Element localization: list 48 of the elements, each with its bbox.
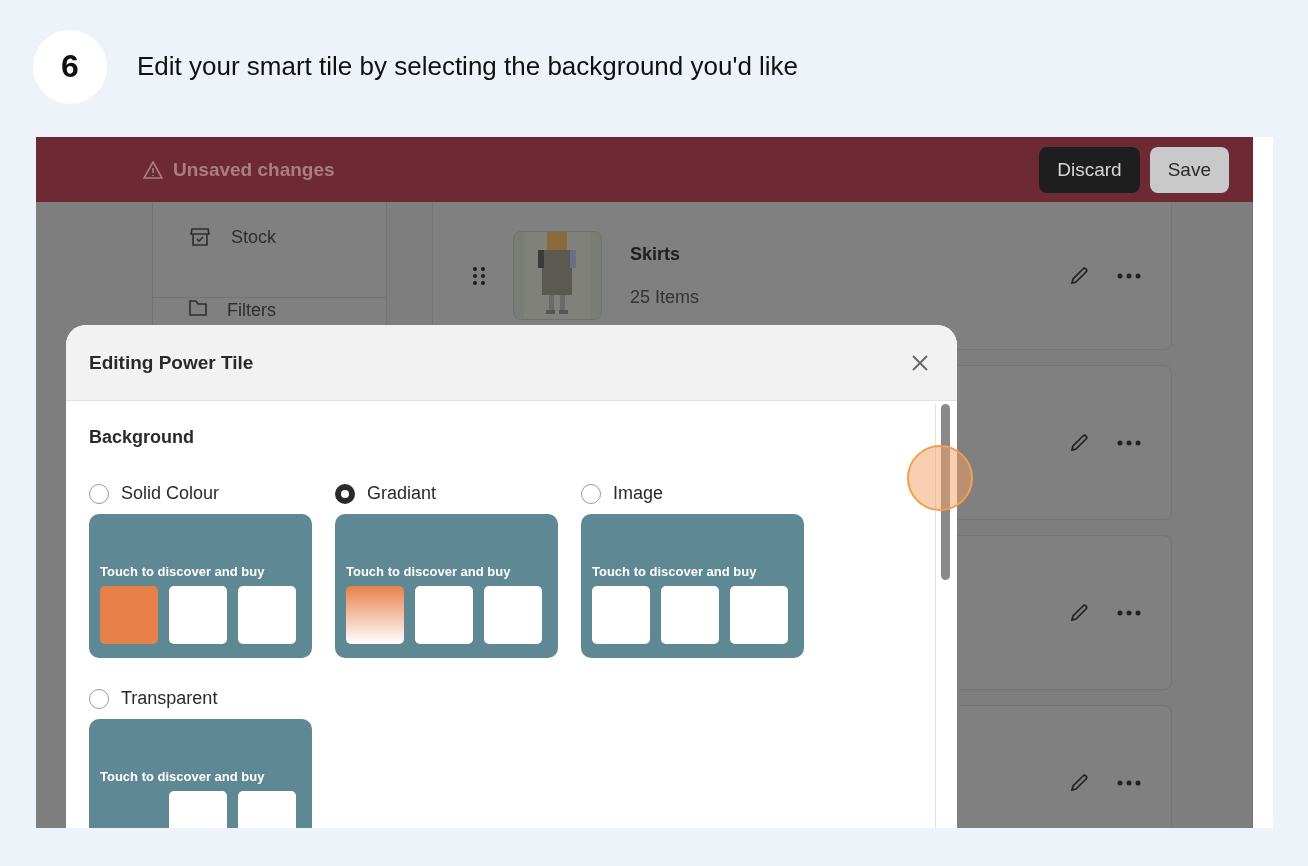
unsaved-message: Unsaved changes: [173, 158, 336, 181]
step-instruction: Edit your smart tile by selecting the background you'd like: [137, 51, 799, 82]
radio-icon[interactable]: [89, 483, 109, 504]
pencil-icon[interactable]: [1069, 772, 1089, 793]
preview-text: Touch to discover and buy: [100, 564, 266, 579]
more-icon[interactable]: [1117, 272, 1141, 279]
preview-text: Touch to discover and buy: [346, 564, 512, 579]
save-button[interactable]: Save: [1149, 146, 1229, 193]
radio-option[interactable]: Gradiant: [335, 483, 558, 504]
warning-icon: [143, 160, 163, 179]
product-square: [346, 586, 404, 644]
tile-preview[interactable]: Touch to discover and buy: [581, 514, 804, 658]
folder-icon: [189, 300, 207, 316]
discard-button[interactable]: Discard: [1039, 146, 1140, 193]
preview-text: Touch to discover and buy: [592, 564, 758, 579]
more-icon[interactable]: [1117, 779, 1141, 786]
scrollbar[interactable]: [935, 404, 953, 828]
product-square: [415, 586, 473, 644]
radio-option[interactable]: Solid Colour: [89, 483, 312, 504]
radio-icon[interactable]: [581, 483, 601, 504]
product-square: [661, 586, 719, 644]
product-square: [169, 586, 227, 644]
product-square: [592, 586, 650, 644]
dialog-title: Editing Power Tile: [89, 351, 254, 374]
radio-option[interactable]: Image: [581, 483, 804, 504]
preview-text: Touch to discover and buy: [100, 769, 266, 784]
section-heading: Background: [89, 427, 195, 448]
pencil-icon[interactable]: [1069, 602, 1089, 623]
radio-option[interactable]: Transparent: [89, 688, 312, 709]
store-icon: [189, 226, 211, 248]
collection-name: Skirts: [630, 243, 682, 265]
product-square: [238, 586, 296, 644]
tile-preview[interactable]: Touch to discover and buy: [335, 514, 558, 658]
product-square: [484, 586, 542, 644]
tile-preview[interactable]: Touch to discover and buy: [89, 719, 312, 828]
radio-icon[interactable]: [89, 688, 109, 709]
product-square: [100, 586, 158, 644]
more-icon[interactable]: [1117, 439, 1141, 446]
pencil-icon[interactable]: [1069, 265, 1089, 286]
tile-preview[interactable]: Touch to discover and buy: [89, 514, 312, 658]
close-button[interactable]: [911, 353, 929, 372]
step-number: 6: [33, 29, 107, 104]
pencil-icon[interactable]: [1069, 432, 1089, 453]
more-icon[interactable]: [1117, 609, 1141, 616]
drag-handle-icon[interactable]: [473, 266, 485, 285]
radio-icon[interactable]: [335, 483, 355, 504]
product-square: [730, 586, 788, 644]
item-count: 25 Items: [630, 286, 701, 308]
